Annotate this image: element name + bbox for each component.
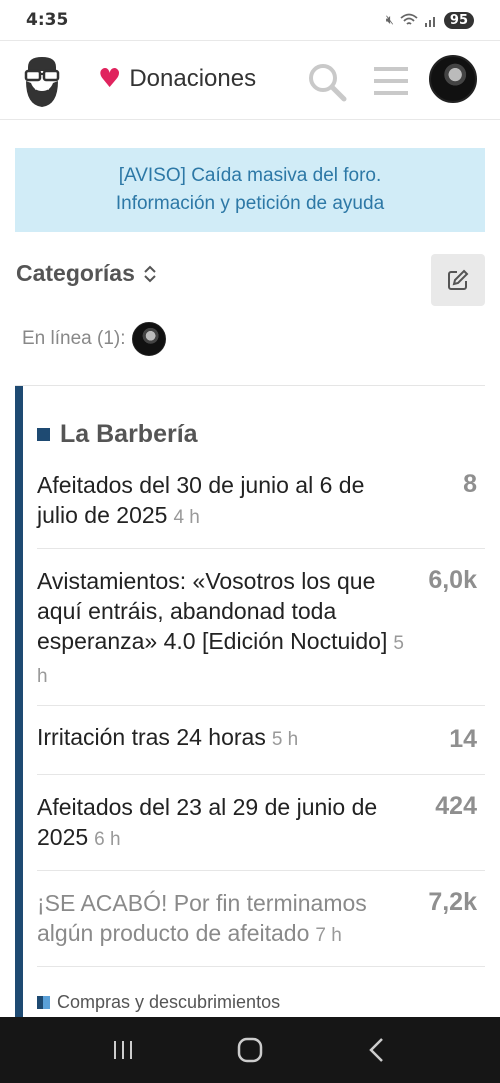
back-button[interactable] — [347, 1025, 407, 1075]
category-badge — [37, 428, 50, 441]
topic-time: 7 h — [315, 925, 342, 946]
topic-reply-count: 8 — [463, 470, 477, 498]
notice-banner[interactable]: [AVISO] Caída masiva del foro. Informaci… — [15, 148, 485, 232]
recent-apps-button[interactable] — [93, 1025, 153, 1075]
notice-line-1[interactable]: [AVISO] Caída masiva del foro. — [119, 165, 382, 187]
category-color-stripe — [15, 386, 23, 1018]
topic-time: 6 h — [94, 829, 121, 850]
topic-title[interactable]: Afeitados del 23 al 29 de junio de 2025 6… — [37, 792, 407, 855]
search-icon[interactable] — [306, 61, 348, 103]
home-icon — [237, 1037, 263, 1063]
category-name: La Barbería — [60, 420, 198, 448]
donate-link[interactable]: ♥ Donaciones — [98, 65, 256, 93]
wifi-icon — [400, 13, 418, 25]
topic-title[interactable]: Afeitados del 30 de junio al 6 de julio … — [37, 470, 407, 533]
topic-title[interactable]: Irritación tras 24 horas 5 h — [37, 722, 407, 755]
topic-time: 4 h — [173, 507, 200, 528]
heart-icon: ♥ — [98, 64, 122, 94]
topic-reply-count: 424 — [435, 792, 477, 820]
chevron-up-down-icon — [144, 265, 156, 282]
hamburger-menu-icon[interactable] — [372, 63, 410, 99]
notice-line-2[interactable]: Información y petición de ayuda — [116, 193, 384, 215]
signal-icon — [424, 17, 435, 27]
back-chevron-icon — [368, 1038, 383, 1062]
recent-apps-icon — [114, 1041, 133, 1059]
android-navigation-bar — [0, 1017, 500, 1083]
topic-reply-count: 6,0k — [428, 566, 477, 594]
online-label: En línea (1): — [22, 328, 126, 349]
topic-row[interactable]: ¡SE ACABÓ! Por fin terminamos algún prod… — [37, 888, 485, 967]
user-avatar[interactable] — [429, 55, 477, 103]
status-bar: 4:35 🔇︎ 95 — [0, 0, 500, 40]
subcategory-badge — [37, 996, 50, 1009]
topic-row[interactable]: Irritación tras 24 horas 5 h 14 — [37, 722, 485, 775]
categories-label: Categorías — [16, 260, 135, 286]
topic-title[interactable]: Avistamientos: «Vosotros los que aquí en… — [37, 566, 407, 692]
site-header: ♥ Donaciones — [0, 40, 500, 120]
topic-row[interactable]: Afeitados del 30 de junio al 6 de julio … — [37, 470, 485, 549]
status-time: 4:35 — [26, 10, 69, 30]
topic-row[interactable]: Avistamientos: «Vosotros los que aquí en… — [37, 566, 485, 706]
donate-label: Donaciones — [129, 65, 257, 92]
topic-reply-count: 7,2k — [428, 888, 477, 916]
topic-time: 5 h — [271, 729, 299, 750]
online-user-avatar[interactable] — [131, 322, 166, 356]
status-icons: 🔇︎ 95 — [385, 11, 474, 29]
new-topic-button[interactable] — [431, 254, 485, 306]
category-heading[interactable]: La Barbería — [37, 420, 198, 449]
topic-reply-count: 14 — [449, 725, 477, 753]
edit-icon — [448, 269, 469, 290]
mute-icon: 🔇︎ — [385, 12, 394, 28]
battery-badge: 95 — [443, 11, 474, 29]
online-users: En línea (1): — [22, 322, 166, 356]
topic-title[interactable]: ¡SE ACABÓ! Por fin terminamos algún prod… — [37, 888, 407, 951]
topic-row[interactable]: Afeitados del 23 al 29 de junio de 2025 6… — [37, 792, 485, 871]
subcategory-name: Compras y descubrimientos — [57, 992, 281, 1012]
home-button[interactable] — [220, 1025, 280, 1075]
categories-dropdown[interactable]: Categorías — [16, 260, 157, 287]
category-block: La Barbería Afeitados del 30 de junio al… — [15, 385, 485, 1018]
bearded-man-logo-icon[interactable] — [20, 53, 64, 109]
subcategory-link[interactable]: Compras y descubrimientos — [37, 992, 280, 1013]
